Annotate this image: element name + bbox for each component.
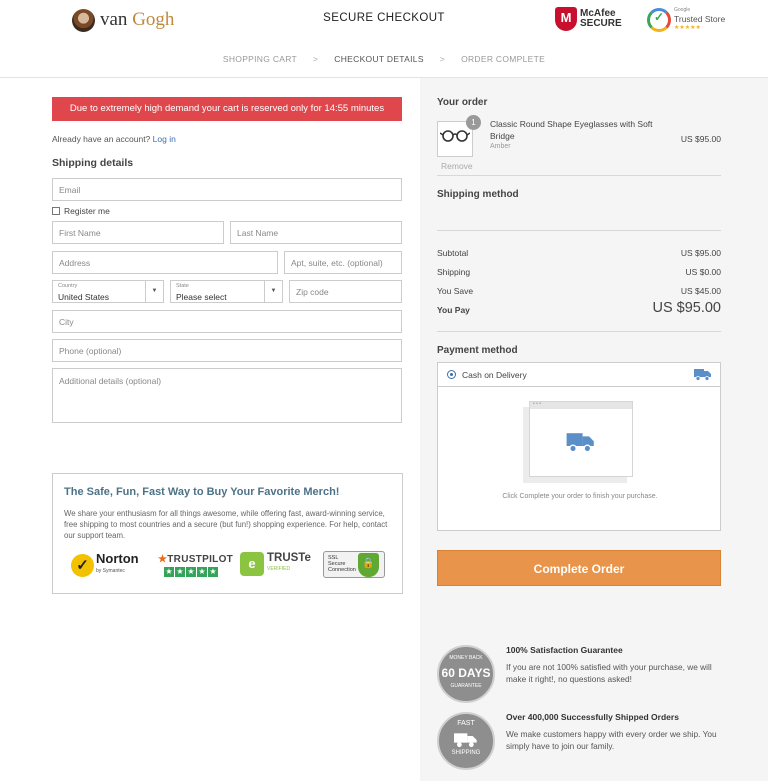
shipping-method-title: Shipping method bbox=[437, 189, 519, 200]
city-field[interactable]: City bbox=[52, 310, 402, 333]
step-order-complete: ORDER COMPLETE bbox=[461, 54, 546, 64]
checkout-steps: SHOPPING CART > CHECKOUT DETAILS > ORDER COM… bbox=[0, 54, 768, 64]
shipped-orders-info: FAST SHIPPING Over 400,000 Successfully … bbox=[437, 712, 737, 772]
register-label: Register me bbox=[64, 206, 110, 216]
item-name: Classic Round Shape Eyeglasses with Soft… bbox=[490, 119, 653, 141]
chevron-right-icon: > bbox=[439, 54, 446, 64]
delivery-truck-icon bbox=[694, 369, 711, 381]
promo-box: The Safe, Fun, Fast Way to Buy Your Favo… bbox=[52, 473, 403, 594]
payment-note: Click Complete your order to finish your… bbox=[502, 493, 658, 500]
delivery-truck-icon bbox=[566, 433, 594, 453]
additional-details-field[interactable]: Additional details (optional) bbox=[52, 368, 402, 423]
register-checkbox[interactable] bbox=[52, 207, 60, 215]
register-checkbox-row[interactable]: Register me bbox=[52, 206, 110, 216]
shipping-details-title: Shipping details bbox=[52, 157, 134, 169]
60-days-badge-icon: MONEY BACK 60 DAYS GUARANTEE bbox=[437, 645, 495, 703]
trusted-check-icon bbox=[647, 7, 671, 32]
state-select[interactable]: State Please select ▼ bbox=[170, 280, 283, 303]
trustpilot-badge: ★TRUSTPILOT ★ ★ ★ ★ ★ bbox=[158, 554, 234, 577]
payment-method-title: Payment method bbox=[437, 345, 518, 356]
delivery-illustration: • • • bbox=[529, 401, 633, 477]
header: van Gogh SECURE CHECKOUT M McAfee SECURE … bbox=[0, 0, 768, 78]
account-prompt: Already have an account? Log in bbox=[52, 134, 176, 144]
subtotal-row: Subtotal US $95.00 bbox=[437, 248, 721, 258]
mcafee-shield-icon: M bbox=[555, 7, 577, 31]
divider bbox=[437, 175, 721, 176]
payment-method-box: Cash on Delivery • • • Click Complete yo… bbox=[437, 362, 721, 531]
first-name-field[interactable]: First Name bbox=[52, 221, 224, 244]
email-field[interactable]: Email bbox=[52, 178, 402, 201]
step-checkout-details: CHECKOUT DETAILS bbox=[334, 54, 424, 64]
divider bbox=[437, 230, 721, 231]
apt-field[interactable]: Apt, suite, etc. (optional) bbox=[284, 251, 402, 274]
chevron-down-icon: ▼ bbox=[145, 281, 163, 302]
promo-text: We share your enthusiasm for all things … bbox=[64, 509, 388, 540]
login-link[interactable]: Log in bbox=[153, 134, 176, 144]
truste-check-icon: e bbox=[240, 552, 264, 576]
truste-badge: e TRUSTe VERIFIED bbox=[240, 552, 311, 576]
country-select[interactable]: Country United States ▼ bbox=[52, 280, 164, 303]
trusted-store-badge: GoogleTrusted Store★★★★★ bbox=[647, 6, 725, 33]
satisfaction-guarantee: MONEY BACK 60 DAYS GUARANTEE 100% Satisf… bbox=[437, 645, 737, 705]
remove-item-link[interactable]: Remove bbox=[441, 161, 473, 171]
payment-radio[interactable] bbox=[447, 370, 456, 379]
address-field[interactable]: Address bbox=[52, 251, 278, 274]
complete-order-button[interactable]: Complete Order bbox=[437, 550, 721, 586]
trustpilot-stars-icon: ★ ★ ★ ★ ★ bbox=[164, 567, 218, 577]
norton-check-icon: ✓ bbox=[71, 553, 94, 577]
step-shopping-cart[interactable]: SHOPPING CART bbox=[223, 54, 297, 64]
mcafee-secure-badge: M McAfee SECURE bbox=[555, 7, 622, 31]
quantity-badge: 1 bbox=[466, 115, 481, 130]
ssl-shield-icon: 🔒 bbox=[358, 553, 379, 577]
ssl-badge: SSL Secure Connection 🔒 bbox=[323, 551, 385, 578]
norton-badge: ✓ Norton by Symantec bbox=[71, 552, 139, 577]
trustpilot-star-icon: ★ bbox=[158, 554, 168, 565]
chevron-down-icon: ▼ bbox=[264, 281, 282, 302]
chevron-right-icon: > bbox=[313, 54, 319, 64]
shipping-row: Shipping US $0.00 bbox=[437, 267, 721, 277]
zip-field[interactable]: Zip code bbox=[289, 280, 402, 303]
your-order-title: Your order bbox=[437, 97, 488, 108]
cart-reservation-alert: Due to extremely high demand your cart i… bbox=[52, 97, 402, 121]
fast-shipping-badge-icon: FAST SHIPPING bbox=[437, 712, 495, 770]
promo-title: The Safe, Fun, Fast Way to Buy Your Favo… bbox=[64, 486, 340, 498]
total-row: You Pay US $95.00 bbox=[437, 300, 721, 316]
item-price: US $95.00 bbox=[680, 134, 721, 144]
last-name-field[interactable]: Last Name bbox=[230, 221, 402, 244]
phone-field[interactable]: Phone (optional) bbox=[52, 339, 402, 362]
item-variant: Amber bbox=[490, 143, 511, 150]
cash-on-delivery-option[interactable]: Cash on Delivery bbox=[438, 363, 720, 387]
savings-row: You Save US $45.00 bbox=[437, 286, 721, 296]
divider bbox=[437, 331, 721, 332]
